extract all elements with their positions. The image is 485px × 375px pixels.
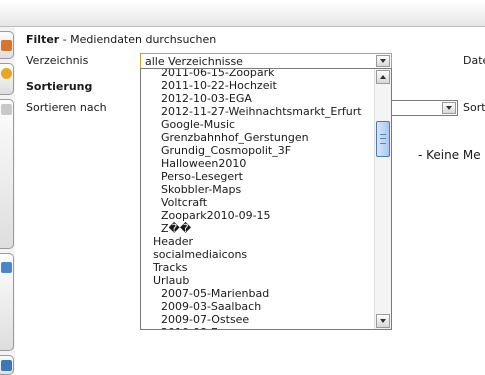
directory-select[interactable]: alle Verzeichnisse	[140, 53, 392, 69]
dropdown-option[interactable]: Grenzbahnhof_Gerstungen	[141, 131, 375, 144]
sort-by-select[interactable]	[388, 100, 458, 116]
dropdown-option[interactable]: Halloween2010	[141, 157, 375, 170]
filter-heading: Filter	[26, 33, 60, 46]
directory-select-value: alle Verzeichnisse	[145, 55, 243, 68]
dropdown-option[interactable]: 2011-10-22-Hochzeit	[141, 79, 375, 92]
user-icon	[1, 68, 12, 79]
dropdown-option[interactable]: 2012-10-03-EGA	[141, 92, 375, 105]
dropdown-option[interactable]: 2007-05-Marienbad	[141, 287, 375, 300]
chevron-down-icon[interactable]	[376, 55, 390, 67]
chevron-down-icon[interactable]	[442, 102, 456, 114]
tag-icon	[1, 104, 12, 115]
sidebar-button-home[interactable]	[0, 31, 14, 59]
dropdown-option[interactable]: 2010-08-Essen	[141, 326, 375, 329]
dropdown-option[interactable]: Skobbler-Maps	[141, 183, 375, 196]
dropdown-option[interactable]: 2012-11-27-Weihnachtsmarkt_Erfurt	[141, 105, 375, 118]
app-icon	[1, 360, 12, 371]
empty-results-text: - Keine Me	[418, 148, 481, 162]
home-icon	[1, 40, 12, 51]
sidebar-button-tag[interactable]	[0, 99, 14, 249]
sort-order-label: Sort	[463, 101, 485, 114]
dropdown-option[interactable]: Grundig_Cosmopolit_3F	[141, 144, 375, 157]
dropdown-option[interactable]: Z��	[141, 222, 375, 235]
scroll-up-icon[interactable]	[376, 70, 390, 84]
sort-by-label: Sortieren nach	[26, 101, 107, 114]
scroll-thumb[interactable]	[376, 121, 390, 157]
dropdown-option[interactable]: socialmediaicons	[141, 248, 375, 261]
sidebar-button-monitor[interactable]	[0, 253, 14, 351]
dropdown-option[interactable]: Voltcraft	[141, 196, 375, 209]
date-label: Date	[463, 54, 485, 67]
left-sidebar	[0, 27, 15, 375]
scroll-down-icon[interactable]	[376, 314, 390, 328]
dropdown-option[interactable]: Zoopark2010-09-15	[141, 209, 375, 222]
filter-description: - Mediendaten durchsuchen	[62, 33, 217, 46]
top-toolbar	[0, 0, 485, 27]
dropdown-option[interactable]: 2009-07-Ostsee	[141, 313, 375, 326]
sidebar-button-user[interactable]	[0, 63, 14, 95]
dropdown-option[interactable]: Header	[141, 235, 375, 248]
dropdown-option[interactable]: Perso-Lesegert	[141, 170, 375, 183]
dropdown-options: 2011-06-15-Zoopark 2011-10-22-Hochzeit 201…	[141, 69, 375, 329]
sidebar-button-app[interactable]	[0, 355, 14, 375]
dropdown-option[interactable]: Tracks	[141, 261, 375, 274]
sort-heading: Sortierung	[26, 80, 93, 93]
dropdown-option[interactable]: 2011-06-15-Zoopark	[141, 69, 375, 79]
monitor-icon	[1, 262, 12, 273]
directory-dropdown-list[interactable]: 2011-06-15-Zoopark 2011-10-22-Hochzeit 201…	[140, 68, 392, 330]
dropdown-option[interactable]: Google-Music	[141, 118, 375, 131]
directory-label: Verzeichnis	[26, 54, 89, 67]
filter-heading-row: Filter - Mediendaten durchsuchen	[26, 33, 216, 46]
dropdown-scrollbar[interactable]	[374, 69, 391, 329]
dropdown-option[interactable]: 2009-03-Saalbach	[141, 300, 375, 313]
dropdown-option[interactable]: Urlaub	[141, 274, 375, 287]
